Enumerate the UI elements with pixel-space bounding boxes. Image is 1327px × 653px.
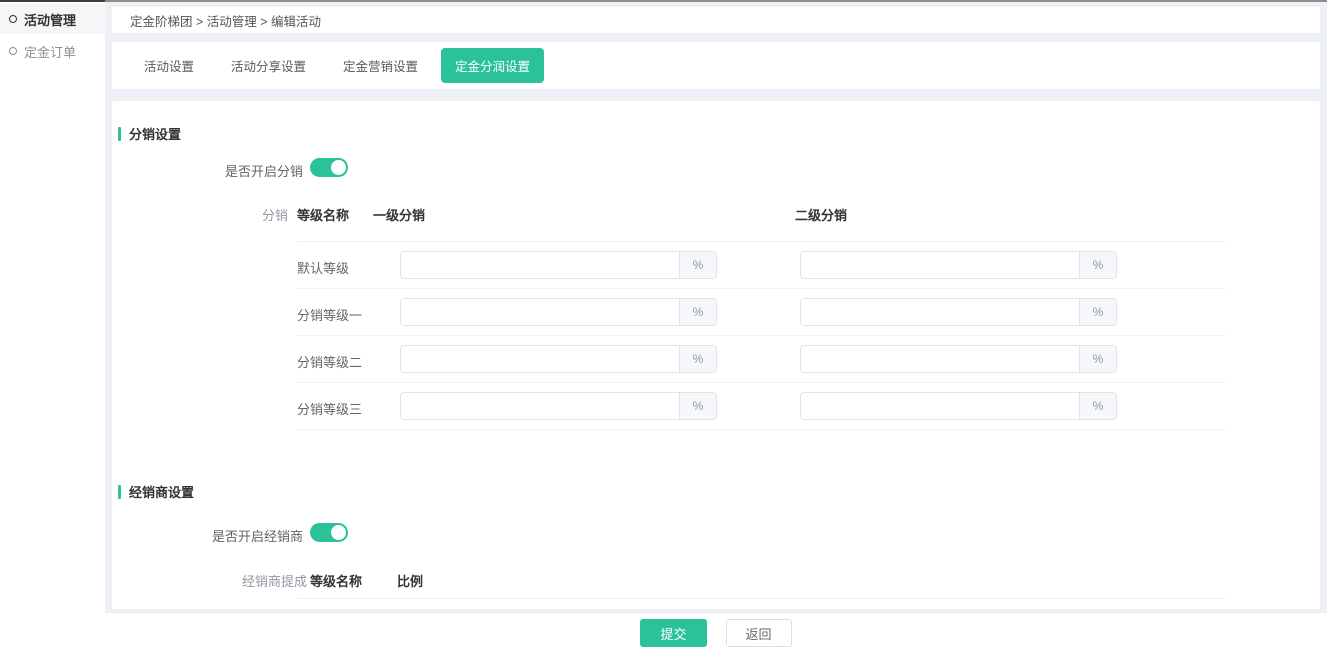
distribution-section-title: 分销设置	[118, 124, 181, 143]
table-row-default-level: 默认等级 % %	[297, 242, 1225, 289]
sidebar-item-deposit-orders[interactable]: 定金订单	[0, 36, 105, 66]
tab-deposit-marketing-settings[interactable]: 定金营销设置	[329, 48, 432, 83]
level2-input-group: %	[800, 251, 1117, 279]
circle-icon	[9, 15, 17, 23]
default-level-level2-input[interactable]	[801, 252, 1079, 278]
column-header-dealer-level-name: 等级名称	[310, 571, 362, 590]
level2-input-group: %	[800, 345, 1117, 373]
content-area: 定金阶梯团 > 活动管理 > 编辑活动 活动设置 活动分享设置 定金营销设置 定…	[112, 2, 1320, 609]
level1-input-group: %	[400, 392, 717, 420]
row-label: 分销等级二	[297, 352, 362, 371]
tab-deposit-profit-settings[interactable]: 定金分润设置	[441, 48, 544, 83]
level1-input-group: %	[400, 345, 717, 373]
sidebar-item-label: 活动管理	[24, 10, 76, 29]
percent-suffix: %	[679, 252, 716, 278]
level2-input-group: %	[800, 298, 1117, 326]
percent-suffix: %	[1079, 393, 1116, 419]
percent-suffix: %	[1079, 346, 1116, 372]
sidebar: 活动管理 定金订单	[0, 2, 105, 653]
dealer-section-title: 经销商设置	[118, 482, 194, 501]
level2-input-group: %	[800, 392, 1117, 420]
column-header-level1: 一级分销	[373, 205, 425, 224]
level2-row-level1-input[interactable]	[401, 346, 679, 372]
level3-row-level2-input[interactable]	[801, 393, 1079, 419]
row-label: 分销等级一	[297, 305, 362, 324]
default-level-level1-input[interactable]	[401, 252, 679, 278]
breadcrumb: 定金阶梯团 > 活动管理 > 编辑活动	[112, 7, 1320, 33]
level1-row-level1-input[interactable]	[401, 299, 679, 325]
tab-activity-settings[interactable]: 活动设置	[130, 48, 208, 83]
column-header-ratio: 比例	[397, 571, 423, 590]
table-row-level-2: 分销等级二 % %	[297, 336, 1225, 383]
percent-suffix: %	[679, 393, 716, 419]
level1-input-group: %	[400, 251, 717, 279]
column-header-level-name: 等级名称	[297, 205, 349, 224]
breadcrumb-text: 定金阶梯团 > 活动管理 > 编辑活动	[130, 11, 321, 30]
distribution-table-label: 分销	[112, 205, 288, 224]
toggle-knob	[331, 525, 346, 540]
action-bar: 提交 返回	[105, 612, 1327, 653]
level1-input-group: %	[400, 298, 717, 326]
row-label: 分销等级三	[297, 399, 362, 418]
sidebar-item-label: 定金订单	[24, 42, 76, 61]
settings-panel: 分销设置 是否开启分销 分销 等级名称 一级分销 二级分销 默认等级 % % 分…	[112, 101, 1320, 609]
row-label: 默认等级	[297, 258, 349, 277]
dealer-toggle-label: 是否开启经销商	[112, 526, 303, 545]
percent-suffix: %	[1079, 252, 1116, 278]
level3-row-level1-input[interactable]	[401, 393, 679, 419]
toggle-knob	[331, 160, 346, 175]
sidebar-item-activity-management[interactable]: 活动管理	[0, 4, 105, 34]
distribution-toggle[interactable]	[310, 158, 348, 177]
tab-activity-share-settings[interactable]: 活动分享设置	[217, 48, 320, 83]
column-header-level2: 二级分销	[795, 205, 847, 224]
tab-bar: 活动设置 活动分享设置 定金营销设置 定金分润设置	[112, 42, 1320, 89]
level1-row-level2-input[interactable]	[801, 299, 1079, 325]
percent-suffix: %	[679, 346, 716, 372]
percent-suffix: %	[1079, 299, 1116, 325]
distribution-toggle-label: 是否开启分销	[112, 161, 303, 180]
circle-icon	[9, 47, 17, 55]
submit-button[interactable]: 提交	[640, 619, 706, 647]
percent-suffix: %	[679, 299, 716, 325]
table-row-level-1: 分销等级一 % %	[297, 289, 1225, 336]
dealer-table-label: 经销商提成	[112, 571, 307, 590]
section-marker-bar	[118, 485, 121, 499]
back-button[interactable]: 返回	[726, 619, 792, 647]
dealer-toggle[interactable]	[310, 523, 348, 542]
table-row-level-3: 分销等级三 % %	[297, 383, 1225, 430]
dealer-table-header-divider	[297, 598, 1225, 599]
level2-row-level2-input[interactable]	[801, 346, 1079, 372]
section-marker-bar	[118, 127, 121, 141]
